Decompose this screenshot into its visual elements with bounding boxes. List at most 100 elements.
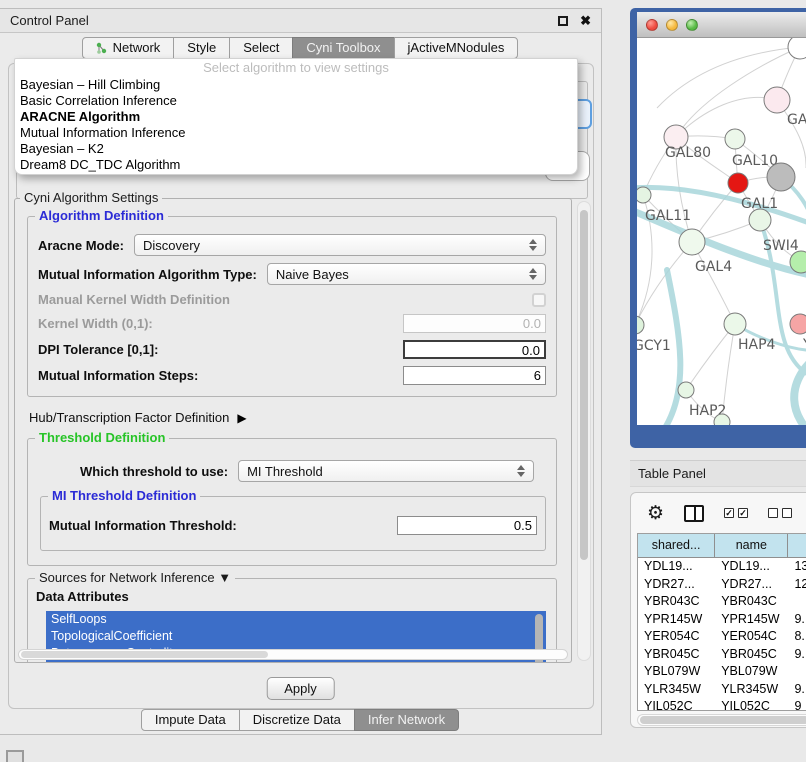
table-cell: YBR045C	[715, 646, 788, 664]
table-row[interactable]: YLR345WYLR345W9.	[638, 681, 806, 699]
close-window-icon[interactable]	[646, 19, 658, 31]
control-panel-window: Control Panel ✖ Network Style Select Cyn…	[0, 8, 602, 735]
which-threshold-select[interactable]: MI Threshold	[238, 460, 534, 482]
which-threshold-row: Which threshold to use: MI Threshold	[36, 460, 548, 482]
kernel-width-label: Kernel Width (0,1):	[38, 316, 153, 331]
network-node[interactable]	[788, 38, 806, 59]
tab-network[interactable]: Network	[82, 37, 175, 59]
network-view-window: GALGAL80GAL10GAL1GAL11GAL4SWI4GCY1HAP4YH…	[630, 8, 806, 448]
column-header[interactable]: name	[715, 534, 788, 558]
spinner-arrows-icon	[529, 239, 537, 251]
table-row[interactable]: YDR27...YDR27...12	[638, 576, 806, 594]
network-node[interactable]	[637, 316, 644, 334]
network-node[interactable]	[679, 229, 705, 255]
mi-threshold-field[interactable]: 0.5	[397, 516, 537, 535]
mi-type-label: Mutual Information Algorithm Type:	[38, 267, 257, 282]
tab-infer-network[interactable]: Infer Network	[354, 709, 459, 731]
network-node[interactable]	[678, 382, 694, 398]
network-node-label: HAP4	[738, 337, 776, 353]
table-cell: YDL19...	[638, 558, 715, 576]
network-node[interactable]	[637, 187, 651, 203]
apply-button[interactable]: Apply	[266, 677, 335, 700]
scrollbar-thumb[interactable]	[580, 210, 588, 560]
tab-style[interactable]: Style	[173, 37, 230, 59]
table-row[interactable]: YBR045CYBR045C9.	[638, 646, 806, 664]
mi-type-row: Mutual Information Algorithm Type: Naive…	[38, 263, 546, 285]
minimize-window-icon[interactable]	[666, 19, 678, 31]
mi-threshold-label: Mutual Information Threshold:	[49, 518, 237, 533]
sources-group-title: Sources for Network Inference ▼	[35, 570, 235, 585]
which-threshold-label: Which threshold to use:	[80, 464, 228, 479]
column-header[interactable]	[788, 534, 806, 558]
hub-definition-expander[interactable]: Hub/Transcription Factor Definition ▶	[29, 410, 565, 425]
manual-kernel-checkbox[interactable]	[532, 293, 546, 307]
table-cell: 8.	[788, 628, 806, 646]
gear-icon[interactable]: ⚙	[647, 504, 664, 523]
aracne-mode-select[interactable]: Discovery	[134, 234, 546, 256]
table-horizontal-scrollbar[interactable]	[637, 714, 806, 726]
tab-select[interactable]: Select	[229, 37, 293, 59]
attribute-item[interactable]: gal4RGexp	[46, 662, 546, 663]
zoom-window-icon[interactable]	[686, 19, 698, 31]
network-node[interactable]	[725, 129, 745, 149]
attribute-item[interactable]: TopologicalCoefficient	[46, 628, 546, 645]
mi-steps-field[interactable]: 6	[403, 366, 546, 385]
network-node[interactable]	[767, 163, 795, 191]
mi-threshold-definition-group: MI Threshold Definition Mutual Informati…	[40, 496, 546, 551]
which-threshold-value: MI Threshold	[247, 464, 323, 479]
attribute-item[interactable]: SelfLoops	[46, 611, 546, 628]
network-node[interactable]	[764, 87, 790, 113]
checked-box-icon: ✓	[724, 508, 734, 518]
settings-group-title: Cyni Algorithm Settings	[20, 190, 162, 205]
table-row[interactable]: YBR043CYBR043C	[638, 593, 806, 611]
scrollbar-thumb[interactable]	[640, 716, 806, 724]
table-cell: YDR27...	[638, 576, 715, 594]
network-node[interactable]	[790, 314, 806, 334]
network-nodes: GALGAL80GAL10GAL1GAL11GAL4SWI4GCY1HAP4YH…	[637, 38, 806, 425]
float-panel-icon[interactable]	[558, 16, 568, 26]
tab-cyni-toolbox[interactable]: Cyni Toolbox	[292, 37, 394, 59]
network-node[interactable]	[749, 209, 771, 231]
settings-horizontal-scrollbar[interactable]	[18, 649, 568, 660]
table-cell: 9.	[788, 681, 806, 699]
algorithm-option[interactable]: Bayesian – K2	[20, 141, 577, 157]
network-window-titlebar[interactable]	[637, 12, 806, 38]
table-cell: YBR045C	[638, 646, 715, 664]
network-node[interactable]	[714, 414, 730, 425]
table-row[interactable]: YIL052CYIL052C9	[638, 698, 806, 710]
dpi-tolerance-field[interactable]: 0.0	[403, 340, 546, 359]
tab-impute-data[interactable]: Impute Data	[141, 709, 240, 731]
table-row[interactable]: YDL19...YDL19...13	[638, 558, 806, 576]
mi-steps-row: Mutual Information Steps: 6	[38, 366, 546, 385]
table-row[interactable]: YER054CYER054C8.	[638, 628, 806, 646]
tab-jactivemnodules[interactable]: jActiveMNodules	[394, 37, 519, 59]
algorithm-option[interactable]: Bayesian – Hill Climbing	[20, 77, 577, 93]
settings-vertical-scrollbar[interactable]	[577, 201, 591, 661]
close-panel-icon[interactable]: ✖	[580, 16, 591, 26]
table-row[interactable]: YBL079WYBL079W	[638, 663, 806, 681]
table-cell: YER054C	[715, 628, 788, 646]
checked-box-icon: ✓	[738, 508, 748, 518]
deselect-all-icon[interactable]	[768, 508, 792, 518]
table-row[interactable]: YPR145WYPR145W9.	[638, 611, 806, 629]
network-node[interactable]	[728, 173, 748, 193]
algorithm-option[interactable]: Basic Correlation Inference	[20, 93, 577, 109]
tab-discretize-data[interactable]: Discretize Data	[239, 709, 355, 731]
network-node[interactable]	[724, 313, 746, 335]
tab-label: Infer Network	[368, 710, 445, 730]
collapse-arrow-icon[interactable]: ▼	[218, 570, 231, 585]
columns-icon[interactable]	[684, 505, 704, 522]
table-cell: YIL052C	[638, 698, 715, 710]
select-all-icon[interactable]: ✓✓	[724, 508, 748, 518]
network-canvas[interactable]: GALGAL80GAL10GAL1GAL11GAL4SWI4GCY1HAP4YH…	[637, 38, 806, 425]
scrollbar-thumb[interactable]	[21, 651, 268, 658]
kernel-width-field[interactable]: 0.0	[403, 314, 546, 333]
minimized-panel-chip[interactable]	[6, 750, 24, 762]
table-cell: 13	[788, 558, 806, 576]
table-body[interactable]: YDL19...YDL19...13YDR27...YDR27...12YBR0…	[638, 558, 806, 710]
algorithm-option[interactable]: Mutual Information Inference	[20, 125, 577, 141]
algorithm-option[interactable]: ARACNE Algorithm	[20, 109, 577, 125]
algorithm-option[interactable]: Dream8 DC_TDC Algorithm	[20, 157, 577, 173]
column-header[interactable]: shared...	[638, 534, 715, 558]
mi-type-select[interactable]: Naive Bayes	[267, 263, 546, 285]
